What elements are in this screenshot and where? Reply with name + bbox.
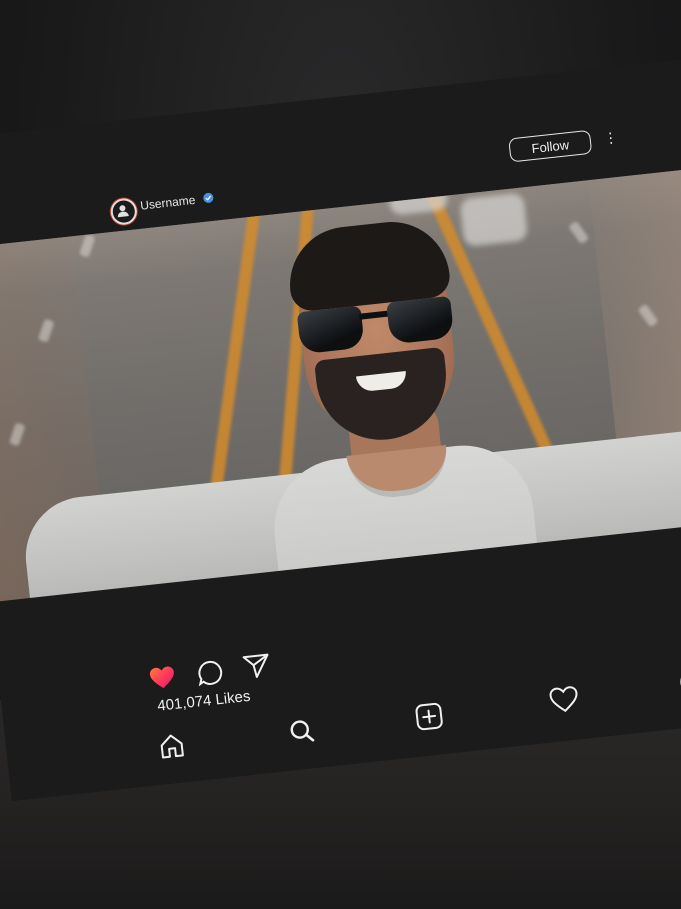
search-icon[interactable] xyxy=(288,717,317,746)
share-icon[interactable] xyxy=(241,651,272,680)
heart-filled-icon[interactable] xyxy=(148,665,176,692)
follow-button[interactable]: Follow xyxy=(508,129,593,163)
instagram-post-card: Username Follow ⋮ 401,074 Likes xyxy=(0,51,681,802)
stage: Username Follow ⋮ 401,074 Likes xyxy=(0,0,681,909)
person-icon xyxy=(117,205,129,218)
verified-badge-icon xyxy=(203,192,214,203)
comment-icon[interactable] xyxy=(196,659,225,688)
more-options-icon[interactable]: ⋮ xyxy=(603,128,619,149)
home-icon[interactable] xyxy=(157,731,186,760)
add-post-icon[interactable] xyxy=(414,701,445,732)
avatar[interactable] xyxy=(109,197,139,226)
heart-outline-icon[interactable] xyxy=(548,684,581,715)
username-label[interactable]: Username xyxy=(140,193,197,213)
